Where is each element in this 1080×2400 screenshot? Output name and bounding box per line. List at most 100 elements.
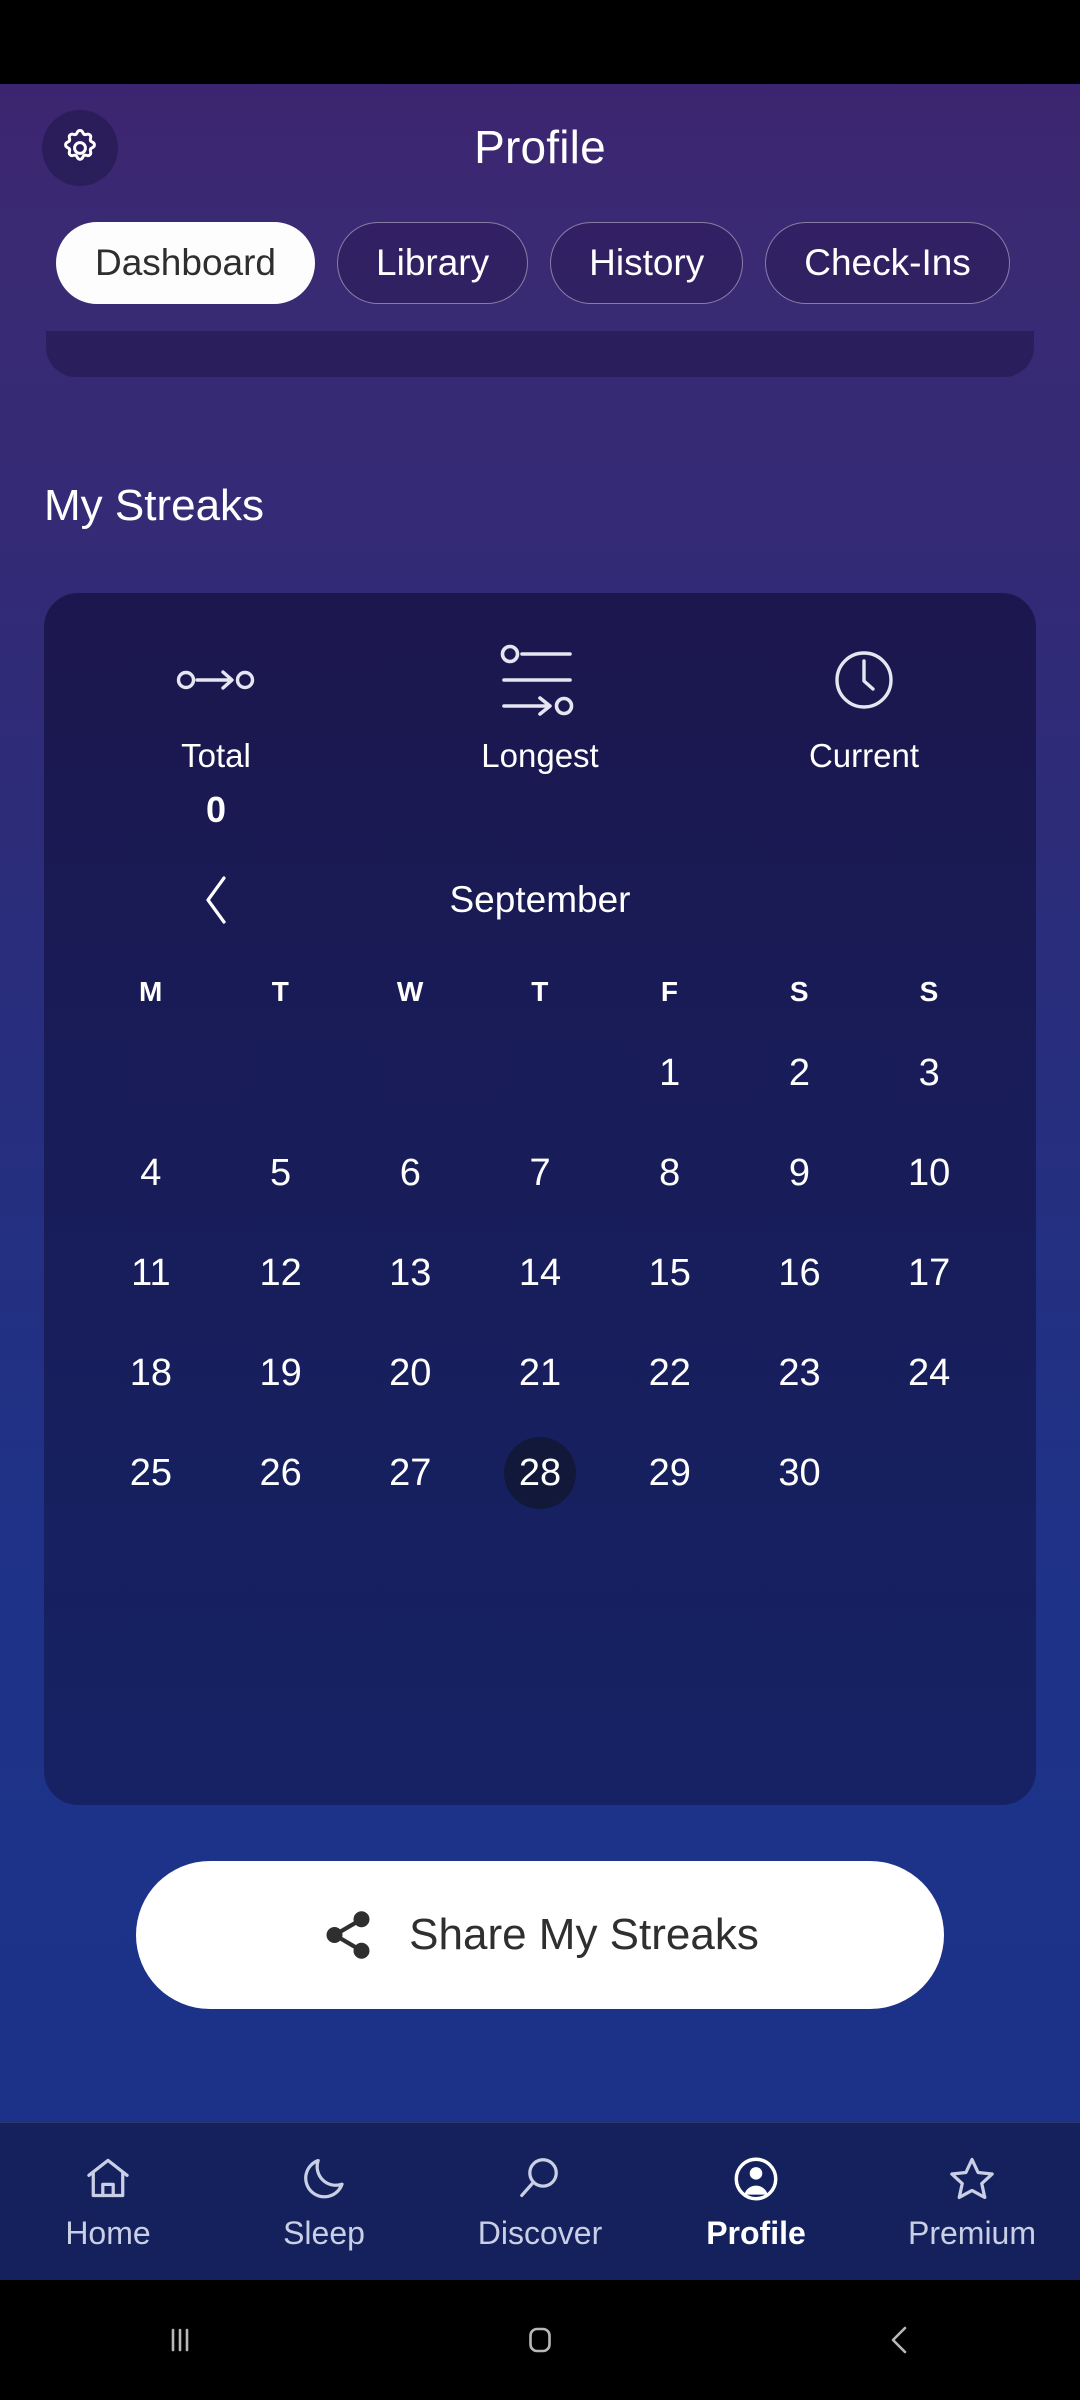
calendar-day[interactable]: 13 [345,1223,475,1323]
calendar-day[interactable]: 14 [475,1223,605,1323]
gear-icon [59,127,101,169]
calendar-day[interactable]: 9 [735,1123,865,1223]
calendar-day[interactable]: 3 [864,1023,994,1123]
streak-stats-row: Total 0 Longest [54,639,1026,831]
calendar-day[interactable]: 10 [864,1123,994,1223]
stat-longest: Longest [378,639,702,831]
stat-longest-value [378,789,702,831]
calendar-weekday-header: M T W T F S S [86,961,994,1023]
streaks-card: Total 0 Longest [44,593,1036,1805]
stat-total-value: 0 [54,789,378,831]
nav-label-sleep: Sleep [283,2215,365,2252]
calendar-week-2: 4 5 6 7 8 9 10 [86,1123,994,1223]
calendar-day[interactable]: 4 [86,1123,216,1223]
back-icon [877,2317,923,2363]
calendar-month-nav: September [54,857,1026,943]
weekday-sat: S [735,961,865,1023]
profile-tab-bar: Dashboard Library History Check-Ins [0,209,1080,317]
calendar-day [216,1023,346,1123]
tab-dashboard[interactable]: Dashboard [56,222,315,304]
calendar-day[interactable]: 5 [216,1123,346,1223]
back-button[interactable] [720,2317,1080,2363]
nav-label-profile: Profile [706,2215,806,2252]
calendar-day[interactable]: 7 [475,1123,605,1223]
share-my-streaks-button[interactable]: Share My Streaks [136,1861,944,2009]
calendar-day[interactable]: 6 [345,1123,475,1223]
nav-label-premium: Premium [908,2215,1036,2252]
tab-library[interactable]: Library [337,222,528,304]
person-icon [730,2151,782,2207]
weekday-fri: F [605,961,735,1023]
nav-label-discover: Discover [478,2215,602,2252]
clock-icon [702,639,1026,721]
share-icon [321,1908,375,1962]
calendar-day [345,1023,475,1123]
calendar-day-today[interactable]: 28 [475,1423,605,1523]
calendar-day [86,1023,216,1123]
calendar-day[interactable]: 12 [216,1223,346,1323]
calendar-day[interactable]: 16 [735,1223,865,1323]
calendar-day[interactable]: 20 [345,1323,475,1423]
stat-current-value [702,789,1026,831]
calendar-day[interactable]: 22 [605,1323,735,1423]
scrolled-card-edge [46,331,1034,377]
app-header: Profile [0,84,1080,209]
moon-icon [298,2151,350,2207]
tab-check-ins[interactable]: Check-Ins [765,222,1010,304]
nav-item-premium[interactable]: Premium [864,2151,1080,2252]
calendar-week-4: 18 19 20 21 22 23 24 [86,1323,994,1423]
calendar-day[interactable]: 11 [86,1223,216,1323]
tab-history[interactable]: History [550,222,743,304]
calendar-week-1: 1 2 3 [86,1023,994,1123]
calendar-day[interactable]: 1 [605,1023,735,1123]
weekday-thu: T [475,961,605,1023]
stat-longest-label: Longest [378,737,702,775]
weekday-wed: W [345,961,475,1023]
share-button-label: Share My Streaks [409,1910,759,1960]
calendar-day[interactable]: 18 [86,1323,216,1423]
app-content: Profile Dashboard Library History Check-… [0,84,1080,2280]
nav-item-discover[interactable]: Discover [432,2151,648,2252]
calendar-day[interactable]: 8 [605,1123,735,1223]
calendar-month-label: September [450,879,631,921]
calendar-day[interactable]: 17 [864,1223,994,1323]
chevron-left-icon [199,873,235,927]
page-section-title: My Streaks [44,481,1080,531]
calendar-day[interactable]: 29 [605,1423,735,1523]
android-system-nav [0,2280,1080,2400]
stat-current: Current [702,639,1026,831]
nav-label-home: Home [65,2215,150,2252]
calendar-day[interactable]: 26 [216,1423,346,1523]
recents-button[interactable] [0,2317,360,2363]
bottom-tab-bar: Home Sleep Discover [0,2122,1080,2280]
nav-item-profile[interactable]: Profile [648,2151,864,2252]
streak-longest-icon [378,639,702,721]
calendar-day[interactable]: 24 [864,1323,994,1423]
stat-total: Total 0 [54,639,378,831]
calendar-day[interactable]: 27 [345,1423,475,1523]
stat-current-label: Current [702,737,1026,775]
calendar-day[interactable]: 19 [216,1323,346,1423]
home-icon [82,2151,134,2207]
nav-item-home[interactable]: Home [0,2151,216,2252]
search-icon [514,2151,566,2207]
stat-total-label: Total [54,737,378,775]
calendar-day[interactable]: 25 [86,1423,216,1523]
calendar-week-3: 11 12 13 14 15 16 17 [86,1223,994,1323]
streak-total-icon [54,639,378,721]
calendar-day[interactable]: 30 [735,1423,865,1523]
home-button[interactable] [360,2317,720,2363]
page-title: Profile [0,120,1080,174]
calendar-day [475,1023,605,1123]
calendar-day[interactable]: 23 [735,1323,865,1423]
calendar-day[interactable]: 15 [605,1223,735,1323]
calendar-day[interactable]: 2 [735,1023,865,1123]
phone-screen: Profile Dashboard Library History Check-… [0,0,1080,2400]
calendar-day[interactable]: 21 [475,1323,605,1423]
calendar-prev-month-button[interactable] [190,873,244,927]
star-icon [946,2151,998,2207]
weekday-tue: T [216,961,346,1023]
nav-item-sleep[interactable]: Sleep [216,2151,432,2252]
weekday-sun: S [864,961,994,1023]
settings-button[interactable] [42,110,118,186]
